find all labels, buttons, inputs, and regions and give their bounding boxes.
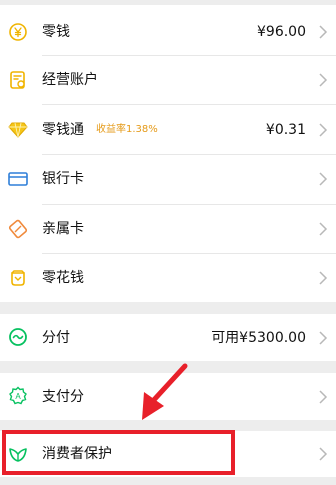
annotation-arrow-icon	[142, 363, 188, 420]
installment-icon	[7, 326, 29, 348]
row-installment[interactable]: 分付 可用¥5300.00	[0, 314, 336, 361]
row-payscore-label: 支付分	[42, 389, 84, 405]
chevron-right-icon	[319, 447, 328, 461]
chevron-right-icon	[319, 73, 328, 87]
yield-rate-badge: 收益率1.38%	[96, 124, 158, 135]
chevron-right-icon	[319, 331, 328, 345]
svg-text:A: A	[15, 392, 21, 401]
row-bank-card-label: 银行卡	[42, 171, 84, 187]
chevron-right-icon	[319, 172, 328, 186]
row-pocket-money[interactable]: 零花钱	[0, 254, 336, 303]
row-family-card[interactable]: 亲属卡	[0, 205, 336, 254]
row-change[interactable]: 零钱 ¥96.00	[0, 8, 336, 57]
row-bank-card[interactable]: 银行卡	[0, 155, 336, 204]
family-card-icon	[7, 218, 29, 240]
annotation-highlight-box	[2, 430, 235, 475]
pocket-money-icon	[7, 267, 29, 289]
bank-card-icon	[7, 168, 29, 190]
row-business-account[interactable]: 经营账户	[0, 56, 336, 105]
row-family-card-label: 亲属卡	[42, 221, 84, 237]
divider	[42, 104, 336, 105]
row-installment-label: 分付	[42, 330, 70, 346]
row-lingqiantong-label: 零钱通	[42, 122, 84, 138]
diamond-icon	[7, 119, 29, 141]
row-business-account-label: 经营账户	[42, 72, 98, 88]
coin-yen-icon	[7, 21, 29, 43]
chevron-right-icon	[319, 222, 328, 236]
chevron-right-icon	[319, 25, 328, 39]
row-lingqiantong[interactable]: 零钱通 收益率1.38% ¥0.31	[0, 106, 336, 155]
row-change-label: 零钱	[42, 24, 70, 40]
payscore-icon: A	[7, 385, 29, 407]
row-pocket-money-label: 零花钱	[42, 270, 84, 286]
row-lingqiantong-value: ¥0.31	[265, 122, 306, 138]
business-account-icon	[7, 69, 29, 91]
row-change-value: ¥96.00	[257, 24, 306, 40]
chevron-right-icon	[319, 390, 328, 404]
chevron-right-icon	[319, 123, 328, 137]
row-installment-value: 可用¥5300.00	[211, 330, 306, 346]
chevron-right-icon	[319, 271, 328, 285]
